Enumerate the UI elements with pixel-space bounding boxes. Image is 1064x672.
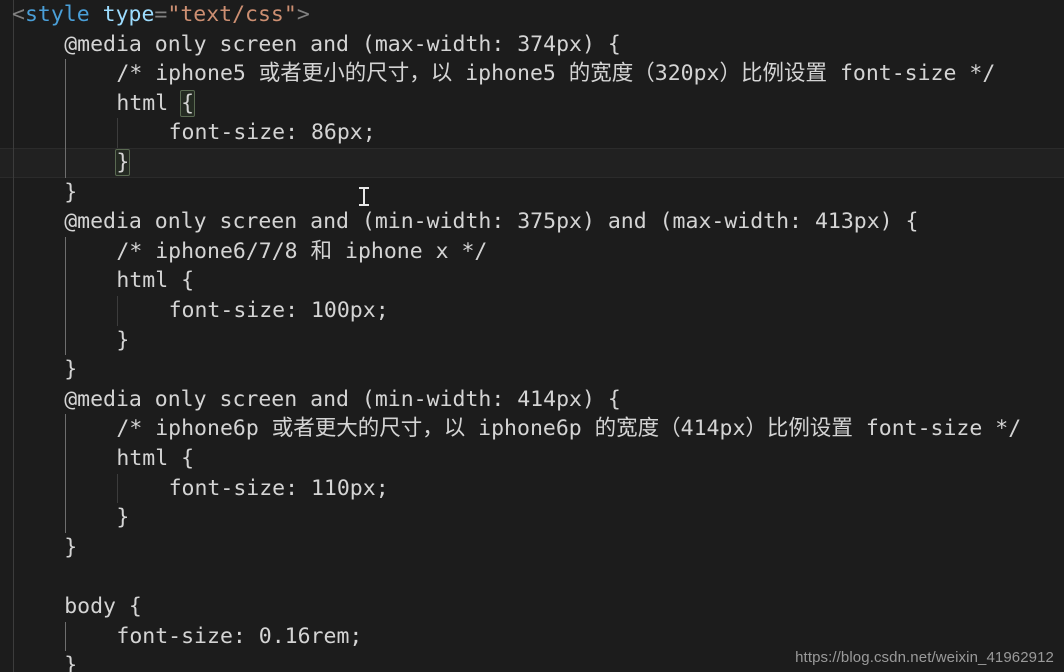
code-line[interactable]: html { [116,89,196,119]
tag-close-bracket: > [296,2,310,27]
code-line[interactable]: } [64,355,77,385]
code-line[interactable]: font-size: 110px; [169,474,389,504]
watermark-text: https://blog.csdn.net/weixin_41962912 [795,649,1054,666]
ibeam-top-cap [359,187,369,189]
bracket-match-open: { [180,89,196,117]
code-line-blank[interactable] [12,562,25,592]
bracket-match-close: } [115,149,131,176]
indent-guide [117,118,119,148]
tag-space [90,2,103,27]
indent-guide [65,59,67,178]
indent-guide [117,473,119,504]
indent-guide [65,414,67,533]
code-line[interactable]: } [64,651,77,672]
code-line[interactable]: body { [64,592,142,622]
tag-name: style [24,2,90,27]
equals-sign: = [154,2,168,27]
code-line[interactable]: /* iphone6p 或者更大的尺寸，以 iphone6p 的宽度（414px… [116,414,1021,444]
code-line[interactable]: /* iphone6/7/8 和 iphone x */ [116,237,487,267]
code-line[interactable]: <style type="text/css"> [12,0,310,30]
tag-open-bracket: < [12,2,25,27]
attribute-name: type [102,2,155,27]
code-line[interactable]: } [115,148,131,178]
code-line[interactable]: } [116,503,129,533]
code-line[interactable]: font-size: 86px; [169,118,376,148]
code-line[interactable]: } [116,326,129,356]
code-line[interactable]: html { [116,444,194,474]
code-line[interactable]: @media only screen and (max-width: 374px… [64,30,621,60]
code-line[interactable]: font-size: 100px; [169,296,389,326]
ibeam-bottom-cap [359,204,369,206]
code-line[interactable]: font-size: 0.16rem; [116,622,362,652]
code-line[interactable]: /* iphone5 或者更小的尺寸，以 iphone5 的宽度（320px）比… [116,59,995,89]
code-editor-viewport[interactable]: <style type="text/css"> @media only scree… [0,0,1064,672]
code-line[interactable]: } [64,533,77,563]
current-line-highlight [0,148,1064,178]
attribute-value: "text/css" [167,2,297,27]
ibeam-stem [363,188,365,205]
code-line[interactable]: } [64,178,77,208]
code-line[interactable]: @media only screen and (min-width: 375px… [64,207,918,237]
code-line[interactable]: @media only screen and (min-width: 414px… [64,385,621,415]
indent-guide [117,296,119,326]
indent-guide [65,621,67,652]
indent-guide [65,236,67,356]
code-line[interactable]: html { [116,266,194,296]
